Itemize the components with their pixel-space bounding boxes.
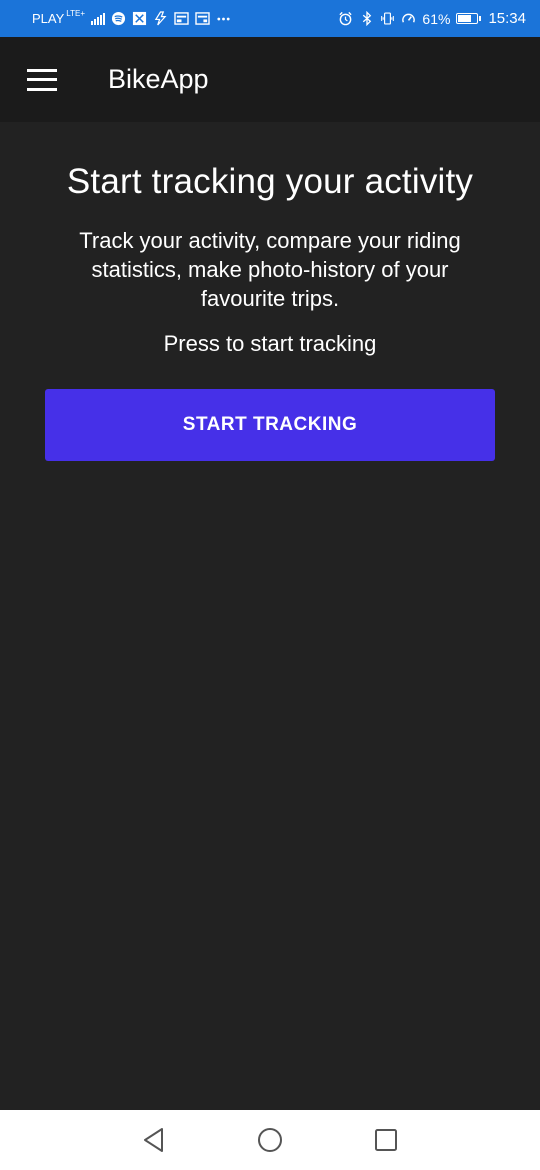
network-label: LTE	[66, 9, 81, 18]
hamburger-menu-icon[interactable]	[27, 68, 57, 91]
home-icon[interactable]	[257, 1127, 283, 1153]
status-bar: PLAY LTE+ 61% 15:34	[0, 0, 540, 37]
battery-icon	[456, 13, 482, 24]
clock: 15:34	[488, 10, 526, 27]
network-type: LTE+	[66, 9, 85, 18]
vpn-icon	[132, 11, 147, 26]
spotify-icon	[111, 11, 126, 26]
more-icon	[216, 11, 231, 26]
vibrate-icon	[380, 11, 395, 26]
signal-icon	[91, 12, 106, 25]
back-icon[interactable]	[141, 1127, 167, 1153]
bluetooth-icon	[359, 11, 374, 26]
alarm-icon	[338, 11, 353, 26]
carrier-label: PLAY	[32, 11, 65, 26]
description-text: Track your activity, compare your riding…	[79, 228, 461, 311]
recents-icon[interactable]	[373, 1127, 399, 1153]
main-content: Start tracking your activity Track your …	[0, 122, 540, 461]
screen: PLAY LTE+ 61% 15:34 BikeApp Start tracki…	[0, 0, 540, 1170]
app-title: BikeApp	[108, 64, 209, 94]
start-tracking-button[interactable]: START TRACKING	[45, 389, 495, 461]
speed-icon	[401, 11, 416, 26]
app-bar: BikeApp	[0, 37, 540, 122]
news-icon	[174, 11, 189, 26]
hint-text: Press to start tracking	[163, 331, 377, 356]
data-icon	[153, 11, 168, 26]
page-title: Start tracking your activity	[66, 162, 474, 201]
status-right: 61% 15:34	[338, 10, 526, 27]
battery-percent: 61%	[422, 10, 451, 27]
navigation-bar	[0, 1110, 540, 1170]
battery-fill	[458, 15, 471, 22]
calendar-icon	[195, 11, 210, 26]
network-sub-label: +	[80, 9, 86, 18]
status-left: PLAY LTE+	[32, 9, 231, 26]
